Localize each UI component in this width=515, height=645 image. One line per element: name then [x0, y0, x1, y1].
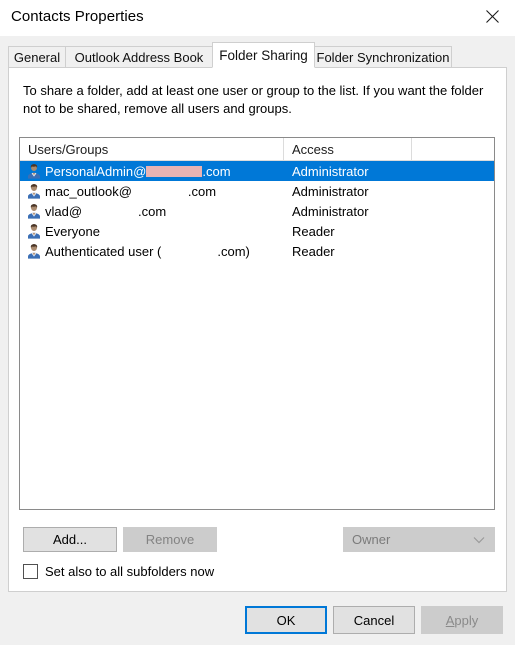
tab-folder-sharing[interactable]: Folder Sharing: [212, 42, 315, 68]
row-user-name: Everyone: [45, 224, 100, 239]
column-header-users-groups[interactable]: Users/Groups: [20, 138, 284, 160]
row-access-level: Reader: [292, 223, 335, 239]
window-title: Contacts Properties: [11, 8, 144, 25]
row-access-level: Administrator: [292, 163, 369, 179]
row-user-name: vlad@ .com: [45, 204, 166, 219]
tab-folder-synchronization[interactable]: Folder Synchronization: [314, 46, 452, 68]
close-button[interactable]: [469, 0, 515, 32]
table-row[interactable]: mac_outlook@ .com Administrator: [20, 181, 494, 201]
tab-general[interactable]: General: [8, 46, 66, 68]
row-access-level: Administrator: [292, 203, 369, 219]
owner-select-value: Owner: [352, 532, 391, 547]
redaction-block: [146, 165, 203, 177]
remove-button-label: Remove: [145, 532, 195, 547]
ok-button[interactable]: OK: [245, 606, 327, 634]
chevron-down-icon: [473, 536, 494, 544]
dialog-body: General Outlook Address Book Folder Shar…: [0, 36, 515, 645]
row-user-name-prefix: PersonalAdmin@: [45, 163, 147, 179]
apply-button-label: Apply: [446, 613, 479, 628]
user-icon: [26, 203, 42, 219]
row-user-name: Authenticated user ( .com): [45, 244, 250, 259]
table-row[interactable]: Everyone Reader: [20, 221, 494, 241]
redaction-block: [131, 185, 188, 197]
cancel-button-label: Cancel: [353, 612, 395, 628]
column-header-access-label: Access: [292, 141, 334, 157]
user-icon: [26, 243, 42, 259]
row-user-name-suffix: .com: [187, 183, 217, 199]
row-user-name-prefix: Everyone: [45, 223, 100, 239]
add-button-label: Add...: [53, 532, 87, 547]
title-bar: Contacts Properties: [0, 0, 515, 36]
row-user-name: PersonalAdmin@ .com: [45, 164, 231, 179]
add-button[interactable]: Add...: [23, 527, 117, 552]
apply-rest: pply: [454, 612, 479, 628]
ok-button-label: OK: [276, 612, 296, 628]
column-header-users-groups-label: Users/Groups: [28, 141, 109, 157]
checkbox-box[interactable]: [23, 563, 38, 579]
table-row[interactable]: vlad@ .com Administrator: [20, 201, 494, 221]
column-header-access[interactable]: Access: [284, 138, 412, 160]
row-user-name: mac_outlook@ .com: [45, 184, 216, 199]
tab-folder-sharing-label: Folder Sharing: [219, 47, 308, 63]
user-icon: [26, 223, 42, 239]
apply-button[interactable]: Apply: [421, 606, 503, 634]
table-row[interactable]: Authenticated user ( .com) Reader: [20, 241, 494, 261]
tab-outlook-address-book[interactable]: Outlook Address Book: [65, 46, 213, 68]
users-groups-listview[interactable]: Users/Groups Access PersonalAdmin@ .com Ad…: [19, 137, 495, 510]
listview-header: Users/Groups Access: [20, 138, 494, 161]
row-user-name-prefix: Authenticated user (: [45, 243, 162, 259]
row-user-name-suffix: .com: [138, 203, 167, 219]
redaction-block: [82, 205, 139, 217]
redaction-block: [161, 245, 218, 257]
panel-description: To share a folder, add at least one user…: [23, 83, 484, 116]
close-icon: [485, 9, 499, 23]
listview-rows: PersonalAdmin@ .com Administrator mac_outl…: [20, 161, 494, 261]
set-all-subfolders-checkbox[interactable]: Set also to all subfolders now: [23, 562, 214, 580]
column-header-spare[interactable]: [412, 138, 494, 160]
set-all-subfolders-label: Set also to all subfolders now: [45, 563, 215, 579]
row-access-level: Reader: [292, 243, 335, 259]
row-user-name-prefix: mac_outlook@: [45, 183, 132, 199]
tab-panel-folder-sharing: To share a folder, add at least one user…: [8, 67, 507, 592]
user-icon: [26, 183, 42, 199]
row-user-name-prefix: vlad@: [45, 203, 83, 219]
tab-folder-synchronization-label: Folder Synchronization: [316, 49, 450, 65]
user-icon: [26, 163, 42, 179]
tab-general-label: General: [13, 49, 61, 65]
row-user-name-suffix: .com): [217, 243, 250, 259]
dialog-footer: OK Cancel Apply: [0, 601, 515, 645]
remove-button[interactable]: Remove: [123, 527, 217, 552]
tab-strip: General Outlook Address Book Folder Shar…: [8, 42, 507, 68]
owner-select[interactable]: Owner: [343, 527, 495, 552]
row-access-level: Administrator: [292, 183, 369, 199]
row-user-name-suffix: .com: [202, 163, 231, 179]
table-row[interactable]: PersonalAdmin@ .com Administrator: [20, 161, 494, 181]
tab-outlook-address-book-label: Outlook Address Book: [74, 49, 204, 65]
cancel-button[interactable]: Cancel: [333, 606, 415, 634]
